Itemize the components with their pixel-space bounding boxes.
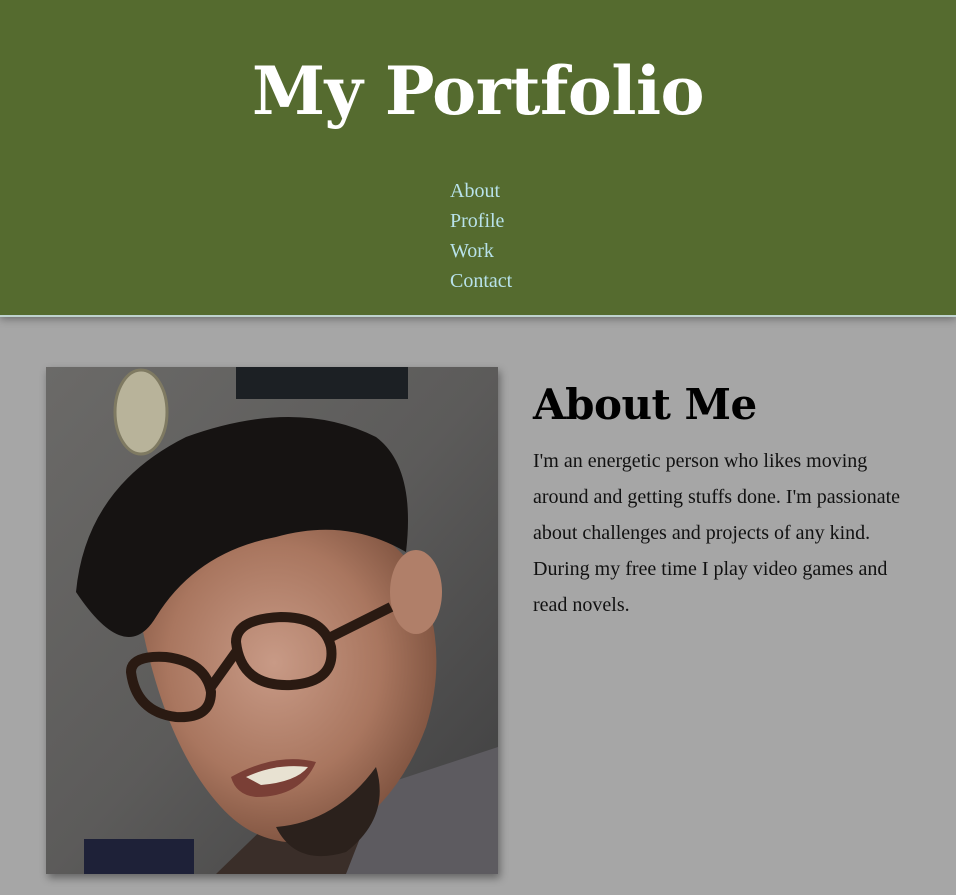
about-paragraph: I'm an energetic person who likes moving… [533, 450, 901, 616]
header-divider [0, 315, 956, 317]
main-nav: About Profile Work Contact [450, 176, 512, 296]
site-header: My Portfolio About Profile Work Contact [0, 0, 956, 316]
about-heading: About Me [533, 380, 757, 429]
nav-item-about: About [450, 176, 512, 206]
nav-link-contact[interactable]: Contact [450, 270, 512, 292]
profile-photo [46, 367, 498, 874]
nav-item-work: Work [450, 236, 512, 266]
nav-link-about[interactable]: About [450, 180, 500, 202]
nav-item-contact: Contact [450, 266, 512, 296]
nav-link-profile[interactable]: Profile [450, 210, 504, 232]
nav-item-profile: Profile [450, 206, 512, 236]
about-section: About Me I'm an energetic person who lik… [0, 317, 956, 895]
site-title: My Portfolio [251, 52, 705, 130]
nav-link-work[interactable]: Work [450, 240, 494, 262]
